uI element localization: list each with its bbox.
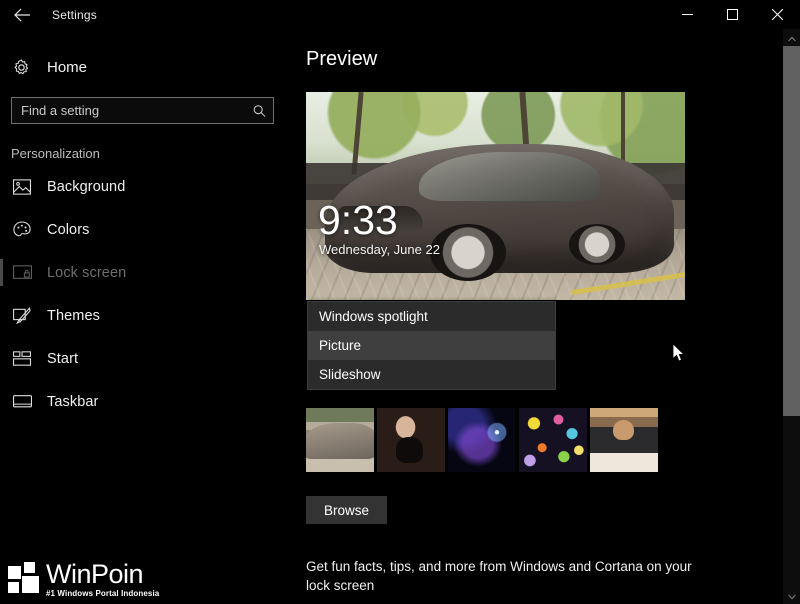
sidebar-item-start[interactable]: Start [0, 337, 290, 380]
search-box[interactable] [11, 97, 274, 124]
dropdown-option-windows-spotlight[interactable]: Windows spotlight [308, 302, 555, 331]
search-icon [253, 104, 266, 117]
preview-wheel [569, 223, 625, 266]
image-icon [13, 178, 39, 195]
background-type-dropdown[interactable]: Windows spotlight Picture Slideshow [307, 301, 556, 390]
main-content: Preview 9:33 Wednesday, June 22 Backgrou… [290, 29, 778, 604]
back-button[interactable] [0, 0, 44, 29]
preview-wheel [429, 223, 507, 281]
preview-date: Wednesday, June 22 [319, 242, 440, 257]
search-input[interactable] [12, 98, 273, 123]
close-icon [772, 9, 783, 20]
sidebar-item-colors[interactable]: Colors [0, 208, 290, 251]
thumbnail-car[interactable] [306, 408, 374, 472]
sidebar: Home Personalization Background [0, 29, 290, 604]
window-title: Settings [52, 7, 97, 22]
chevron-up-icon [787, 29, 796, 47]
minimize-button[interactable] [665, 0, 710, 29]
winpoin-name: WinPoin [46, 559, 144, 589]
winpoin-watermark: WinPoin #1 Windows Portal Indonesia [8, 561, 159, 598]
dropdown-option-slideshow[interactable]: Slideshow [308, 360, 555, 389]
window-controls [665, 0, 800, 29]
vertical-scrollbar[interactable] [783, 29, 800, 604]
gear-icon [13, 59, 39, 76]
page-title: Preview [306, 48, 378, 70]
start-tiles-icon [13, 351, 39, 366]
winpoin-logo-icon [8, 562, 42, 598]
brush-icon [13, 307, 39, 324]
sidebar-item-label: Lock screen [47, 264, 127, 281]
sidebar-item-themes[interactable]: Themes [0, 294, 290, 337]
chevron-down-icon [787, 587, 796, 604]
sidebar-item-label: Start [47, 350, 79, 367]
lock-screen-preview[interactable]: 9:33 Wednesday, June 22 [306, 92, 685, 300]
minimize-icon [682, 9, 693, 20]
cortana-description: Get fun facts, tips, and more from Windo… [306, 559, 692, 593]
palette-icon [13, 220, 39, 239]
scroll-down-button[interactable] [783, 587, 800, 604]
winpoin-tagline: #1 Windows Portal Indonesia [46, 589, 160, 598]
browse-button[interactable]: Browse [306, 496, 387, 524]
preview-windshield [419, 151, 601, 201]
lock-screen-icon [13, 264, 39, 281]
preview-tree-trunk [620, 92, 625, 163]
back-arrow-icon [13, 8, 31, 22]
scroll-up-button[interactable] [783, 29, 800, 46]
thumbnail-space-nebula[interactable] [448, 408, 516, 472]
dropdown-option-label: Slideshow [319, 367, 381, 382]
thumbnail-person-room[interactable] [590, 408, 658, 472]
sidebar-item-label: Themes [47, 307, 100, 324]
title-bar: Settings [0, 0, 800, 29]
sidebar-item-lock-screen[interactable]: Lock screen [0, 251, 290, 294]
scrollbar-thumb[interactable] [783, 46, 800, 416]
close-button[interactable] [755, 0, 800, 29]
dropdown-option-picture[interactable]: Picture [308, 331, 555, 360]
sidebar-item-label: Taskbar [47, 393, 99, 410]
thumbnail-person-portrait[interactable] [377, 408, 445, 472]
dropdown-option-label: Picture [319, 338, 362, 353]
sidebar-item-background[interactable]: Background [0, 165, 290, 208]
taskbar-icon [13, 395, 39, 408]
picture-thumbnail-list [306, 408, 658, 472]
sidebar-home-label: Home [47, 58, 88, 76]
sidebar-item-taskbar[interactable]: Taskbar [0, 380, 290, 423]
thumbnail-graffiti-art[interactable] [519, 408, 587, 472]
sidebar-category-label: Personalization [11, 146, 100, 161]
preview-clock: 9:33 [318, 197, 398, 243]
maximize-icon [727, 9, 738, 20]
dropdown-option-label: Windows spotlight [319, 309, 428, 324]
settings-window: Settings Home Find a setting Personaliza… [0, 0, 800, 604]
sidebar-item-label: Colors [47, 221, 90, 238]
sidebar-item-home[interactable]: Home [0, 47, 290, 87]
maximize-button[interactable] [710, 0, 755, 29]
sidebar-item-label: Background [47, 178, 126, 195]
